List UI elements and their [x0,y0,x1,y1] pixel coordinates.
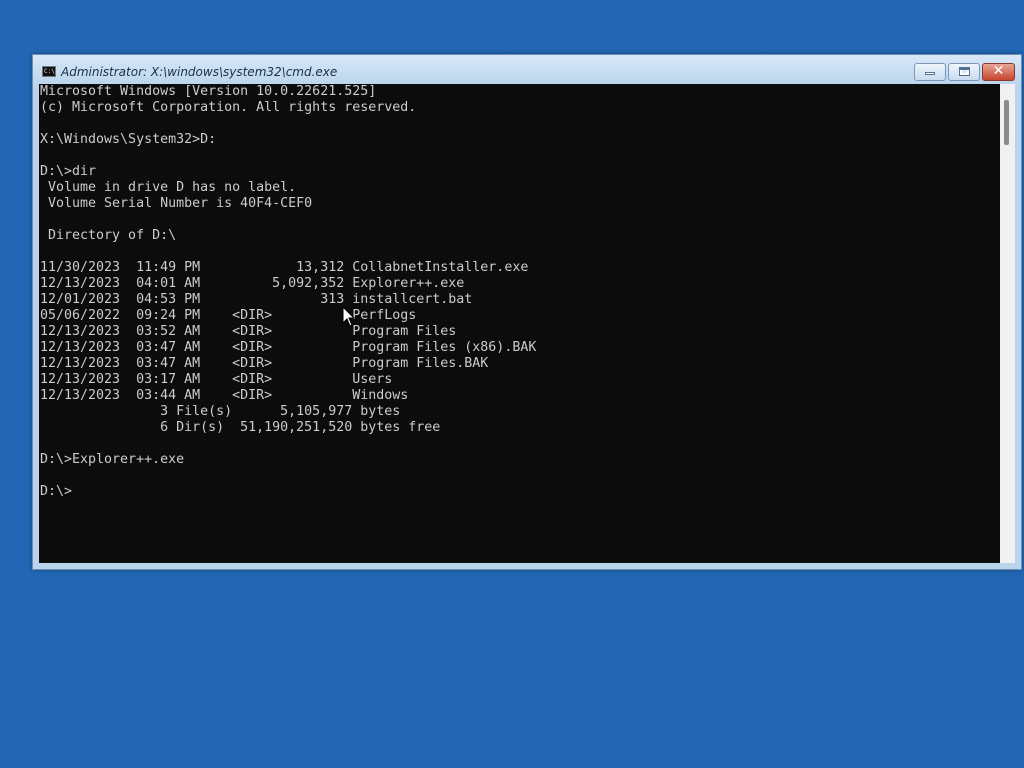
cmd-window[interactable]: C:\ Administrator: X:\windows\system32\c… [32,54,1022,570]
console-line: Directory of D:\ [40,228,177,243]
console-line: X:\Windows\System32>D: [40,132,217,147]
close-button[interactable]: ✕ [982,63,1015,81]
console-line: 11/30/2023 11:49 PM 13,312 CollabnetInst… [40,260,529,275]
console-text: Microsoft Windows [Version 10.0.22621.52… [40,84,536,500]
console-line: Volume in drive D has no label. [40,180,297,195]
vertical-scrollbar[interactable] [1000,84,1015,563]
console-line: 12/13/2023 03:44 AM <DIR> Windows [40,388,409,403]
console-line: D:\> [40,484,73,499]
close-icon: ✕ [992,63,1005,79]
console-line: 6 Dir(s) 51,190,251,520 bytes free [40,420,441,435]
console-line: 12/13/2023 03:47 AM <DIR> Program Files.… [40,356,489,371]
maximize-icon [959,67,970,76]
console-output[interactable]: Microsoft Windows [Version 10.0.22621.52… [39,84,1000,563]
console-line: 12/13/2023 03:52 AM <DIR> Program Files [40,324,457,339]
window-title: Administrator: X:\windows\system32\cmd.e… [61,65,338,79]
console-line: D:\>dir [40,164,97,179]
console-line: Microsoft Windows [Version 10.0.22621.52… [40,84,377,99]
console-line: 12/13/2023 03:47 AM <DIR> Program Files … [40,340,537,355]
scrollbar-thumb[interactable] [1004,100,1009,145]
console-line: D:\>Explorer++.exe [40,452,185,467]
console-line: 05/06/2022 09:24 PM <DIR> PerfLogs [40,308,417,323]
maximize-button[interactable] [948,63,980,81]
mouse-pointer-icon [342,306,356,327]
console-line: 12/01/2023 04:53 PM 313 installcert.bat [40,292,473,307]
console-line: (c) Microsoft Corporation. All rights re… [40,100,417,115]
console-line: Volume Serial Number is 40F4-CEF0 [40,196,313,211]
minimize-icon [925,72,935,75]
console-line: 3 File(s) 5,105,977 bytes [40,404,401,419]
cmd-icon: C:\ [42,66,56,77]
console-line: 12/13/2023 03:17 AM <DIR> Users [40,372,393,387]
console-line: 12/13/2023 04:01 AM 5,092,352 Explorer++… [40,276,465,291]
minimize-button[interactable] [914,63,946,81]
title-bar[interactable]: C:\ Administrator: X:\windows\system32\c… [33,55,1021,84]
